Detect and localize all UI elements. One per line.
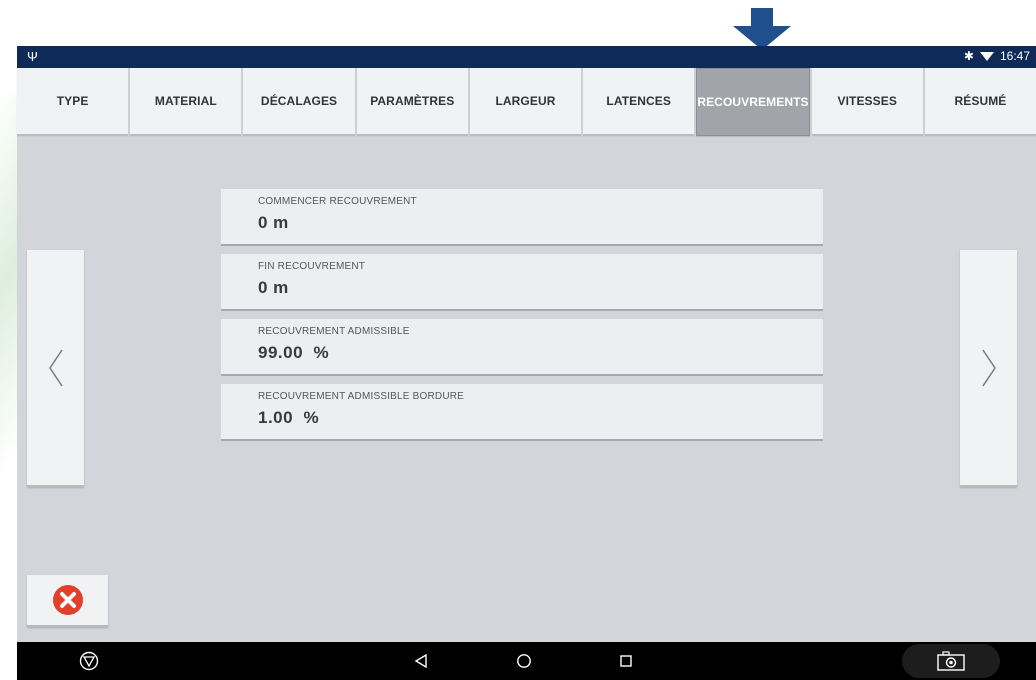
field-fin-recouvrement[interactable]: FIN RECOUVREMENT 0 m: [221, 254, 823, 311]
brand-logo-icon: [79, 651, 99, 671]
brand-logo-button[interactable]: [77, 642, 101, 680]
field-value: 99.00 %: [258, 343, 330, 362]
recents-icon: [620, 655, 632, 667]
tab-resume[interactable]: RÉSUMÉ: [924, 68, 1036, 135]
system-nav-bar: [17, 642, 1036, 680]
tab-material[interactable]: MATERIAL: [130, 68, 242, 135]
screenshot-button[interactable]: [902, 644, 1000, 678]
back-icon: [414, 654, 427, 668]
tab-label: MATERIAL: [154, 94, 217, 108]
wifi-icon: [979, 51, 994, 61]
field-label: FIN RECOUVREMENT: [258, 261, 366, 272]
tab-largeur[interactable]: LARGEUR: [469, 68, 582, 135]
tab-label: LARGEUR: [495, 94, 556, 108]
tab-latences[interactable]: LATENCES: [583, 68, 695, 135]
tab-label: DÉCALAGES: [260, 94, 338, 108]
field-label: RECOUVREMENT ADMISSIBLE: [258, 326, 410, 337]
home-icon: [517, 654, 531, 668]
cancel-button[interactable]: [27, 575, 108, 627]
tab-type[interactable]: TYPE: [17, 68, 129, 135]
status-bar: Ψ ✱ 16:47: [17, 46, 1036, 68]
tab-vitesses[interactable]: VITESSES: [811, 68, 923, 135]
app-area: TYPE MATERIAL DÉCALAGES PARAMÈTRES LARGE…: [17, 68, 1036, 642]
previous-button[interactable]: [27, 250, 84, 487]
tab-recouvrements[interactable]: RECOUVREMENTS: [696, 68, 810, 136]
tab-label: PARAMÈTRES: [370, 94, 455, 108]
next-button[interactable]: [960, 250, 1017, 487]
tab-label: VITESSES: [837, 94, 897, 108]
tab-bar: TYPE MATERIAL DÉCALAGES PARAMÈTRES LARGE…: [17, 68, 1036, 136]
tab-label: LATENCES: [606, 94, 671, 108]
tab-decalages[interactable]: DÉCALAGES: [243, 68, 355, 135]
bluetooth-icon: ✱: [963, 49, 974, 63]
chevron-right-icon: [981, 349, 996, 386]
chevron-left-icon: [48, 349, 63, 386]
camera-icon: [937, 651, 965, 671]
recents-button[interactable]: [614, 642, 638, 680]
field-recouvrement-admissible-bordure[interactable]: RECOUVREMENT ADMISSIBLE BORDURE 1.00 %: [221, 384, 823, 441]
status-time: 16:47: [999, 49, 1030, 63]
field-recouvrement-admissible[interactable]: RECOUVREMENT ADMISSIBLE 99.00 %: [221, 319, 823, 376]
close-circle-icon: [52, 585, 83, 615]
pointer-arrow-icon: [733, 8, 791, 50]
field-commencer-recouvrement[interactable]: COMMENCER RECOUVREMENT 0 m: [221, 189, 823, 246]
field-label: RECOUVREMENT ADMISSIBLE BORDURE: [258, 391, 465, 402]
tab-label: RÉSUMÉ: [954, 94, 1007, 108]
usb-icon: Ψ: [27, 49, 38, 64]
field-value: 0 m: [258, 213, 289, 232]
field-value: 0 m: [258, 278, 289, 297]
back-button[interactable]: [409, 642, 433, 680]
field-label: COMMENCER RECOUVREMENT: [258, 196, 417, 207]
home-button[interactable]: [512, 642, 536, 680]
tab-label: TYPE: [56, 94, 89, 108]
tab-parametres[interactable]: PARAMÈTRES: [356, 68, 468, 135]
tab-label: RECOUVREMENTS: [697, 95, 809, 109]
field-value: 1.00 %: [258, 408, 320, 427]
